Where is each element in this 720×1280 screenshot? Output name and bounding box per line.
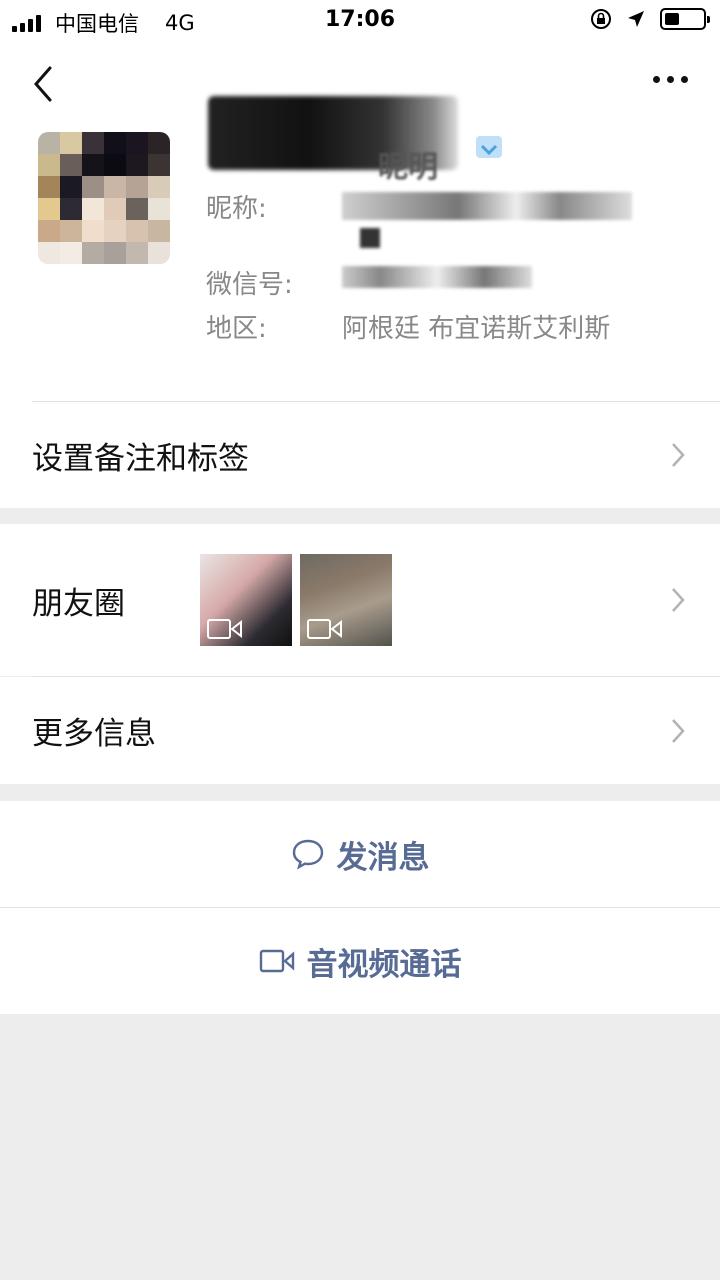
chevron-right-icon xyxy=(672,718,685,743)
video-icon xyxy=(207,619,242,639)
chat-bubble-icon xyxy=(292,839,323,870)
send-message-button[interactable]: 发消息 xyxy=(0,801,720,907)
avatar[interactable] xyxy=(38,132,170,264)
remarks-row[interactable]: 设置备注和标签 xyxy=(0,402,720,508)
video-icon xyxy=(307,619,342,639)
back-icon[interactable] xyxy=(28,64,58,104)
more-icon[interactable] xyxy=(653,76,688,83)
wechat-id-label: 微信号: xyxy=(206,270,293,300)
status-right xyxy=(590,8,710,30)
video-call-label: 音视频通话 xyxy=(306,946,462,983)
divider xyxy=(0,907,720,908)
display-name-suffix: 昵明 xyxy=(378,150,438,185)
more-info-label: 更多信息 xyxy=(32,716,156,752)
battery-icon xyxy=(660,8,710,30)
video-call-button[interactable]: 音视频通话 xyxy=(0,908,720,1014)
gender-icon xyxy=(476,136,502,158)
region-label: 地区: xyxy=(206,314,267,344)
send-message-label: 发消息 xyxy=(336,839,430,876)
rotation-lock-icon xyxy=(591,9,611,29)
wechat-id-redacted xyxy=(342,266,532,288)
region-value: 阿根廷 布宜诺斯艾利斯 xyxy=(342,314,611,344)
status-bar: 中国电信 4G 17:06 xyxy=(0,0,720,40)
chevron-right-icon xyxy=(672,443,685,467)
moments-thumbnail[interactable] xyxy=(200,554,292,646)
nickname-value-redacted-2 xyxy=(360,228,380,248)
remarks-label: 设置备注和标签 xyxy=(32,440,249,477)
moments-thumbnail[interactable] xyxy=(300,554,392,646)
chevron-right-icon xyxy=(672,588,685,612)
nickname-label: 昵称: xyxy=(206,194,267,224)
more-info-row[interactable]: 更多信息 xyxy=(0,677,720,784)
video-icon xyxy=(259,949,294,973)
nickname-value-redacted xyxy=(342,192,632,220)
moments-label: 朋友圈 xyxy=(32,585,125,622)
divider xyxy=(32,676,720,677)
location-icon xyxy=(628,11,644,27)
battery-level xyxy=(665,13,679,25)
